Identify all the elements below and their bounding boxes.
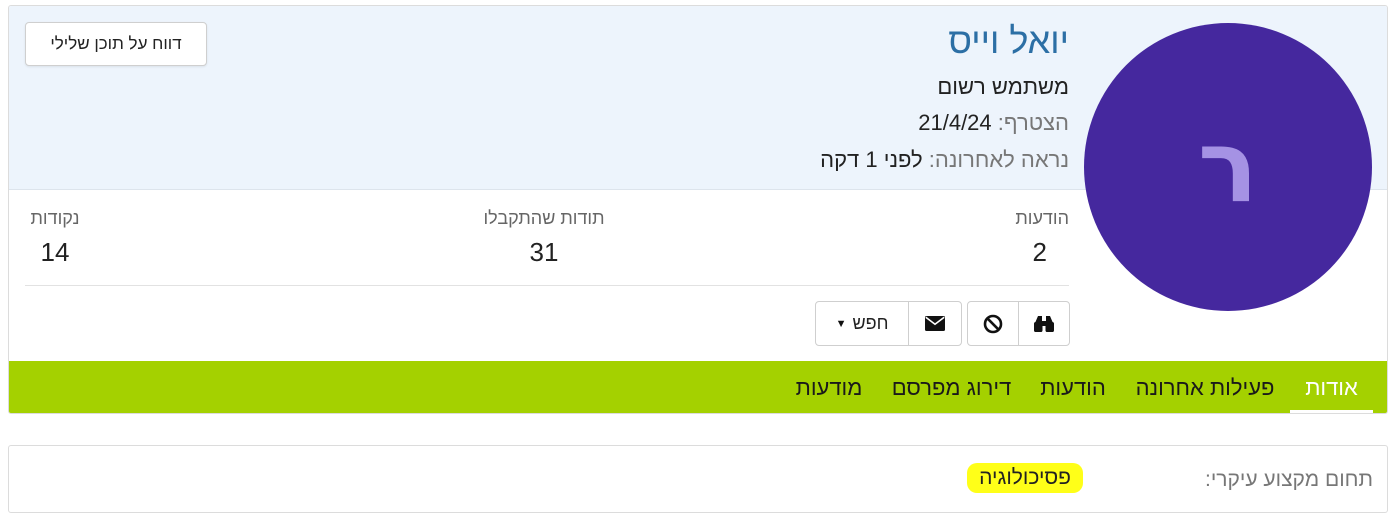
caret-down-icon: ▼ xyxy=(835,317,847,330)
stat-points: נקודות 14 xyxy=(25,208,85,268)
action-group-secondary: חפש ▼ xyxy=(815,301,962,346)
avatar-letter: ר xyxy=(1197,108,1259,225)
ignore-user-button[interactable] xyxy=(968,302,1019,345)
tab-recent-activity[interactable]: פעילות אחרונה xyxy=(1127,361,1283,413)
tab-posts[interactable]: הודעות xyxy=(1033,361,1113,413)
stat-posts[interactable]: הודעות 2 xyxy=(1015,208,1069,268)
tab-recent-activity-label: פעילות אחרונה xyxy=(1135,375,1275,400)
stat-posts-label: הודעות xyxy=(1015,208,1069,228)
joined-value: 21/4/24 xyxy=(918,110,992,135)
tab-ads[interactable]: מודעות xyxy=(787,361,871,413)
profile-tabs: אודות פעילות אחרונה הודעות דירוג מפרסם מ… xyxy=(9,361,1387,413)
stat-posts-value: 2 xyxy=(1032,237,1047,267)
about-section: תחום מקצוע עיקרי: פסיכולוגיה xyxy=(8,445,1388,513)
action-group-primary xyxy=(967,301,1070,346)
stat-points-label: נקודות xyxy=(30,208,80,228)
search-dropdown-button[interactable]: חפש ▼ xyxy=(816,302,909,345)
stat-points-value: 14 xyxy=(40,237,70,267)
report-content-button[interactable]: דווח על תוכן שלילי xyxy=(25,22,207,66)
tab-ads-label: מודעות xyxy=(795,375,863,400)
ban-icon xyxy=(983,314,1003,333)
tab-active-indicator xyxy=(1290,410,1373,413)
tab-about-label: אודות xyxy=(1305,375,1358,400)
profile-card: יואל וייס משתמש רשום הצטרף: 21/4/24 נראה… xyxy=(8,5,1388,414)
stat-likes: תודות שהתקבלו 31 xyxy=(474,208,614,268)
user-name[interactable]: יואל וייס xyxy=(948,20,1069,62)
tab-poster-rating-label: דירוג מפרסם xyxy=(891,375,1012,400)
last-seen-info: נראה לאחרונה: לפני 1 דקה xyxy=(820,147,1069,173)
tab-posts-label: הודעות xyxy=(1040,375,1106,400)
joined-label: הצטרף: xyxy=(997,110,1069,135)
stat-likes-value: 31 xyxy=(529,237,559,267)
tab-about[interactable]: אודות xyxy=(1290,361,1373,413)
avatar[interactable]: ר xyxy=(1084,23,1372,311)
main-field-label: תחום מקצוע עיקרי: xyxy=(1205,468,1373,491)
binoculars-icon xyxy=(1033,315,1054,332)
joined-info: הצטרף: 21/4/24 xyxy=(918,110,1069,136)
last-seen-value: לפני 1 דקה xyxy=(820,147,923,172)
send-message-button[interactable] xyxy=(909,302,961,345)
main-field-value: פסיכולוגיה xyxy=(967,463,1083,493)
stat-likes-label: תודות שהתקבלו xyxy=(483,208,605,228)
last-seen-label: נראה לאחרונה: xyxy=(928,147,1069,172)
find-content-button[interactable] xyxy=(1019,302,1070,345)
stats-divider xyxy=(25,285,1069,286)
tab-poster-rating[interactable]: דירוג מפרסם xyxy=(884,361,1019,413)
user-role: משתמש רשום xyxy=(937,74,1069,99)
search-button-label: חפש xyxy=(852,313,889,333)
envelope-icon xyxy=(925,316,945,331)
